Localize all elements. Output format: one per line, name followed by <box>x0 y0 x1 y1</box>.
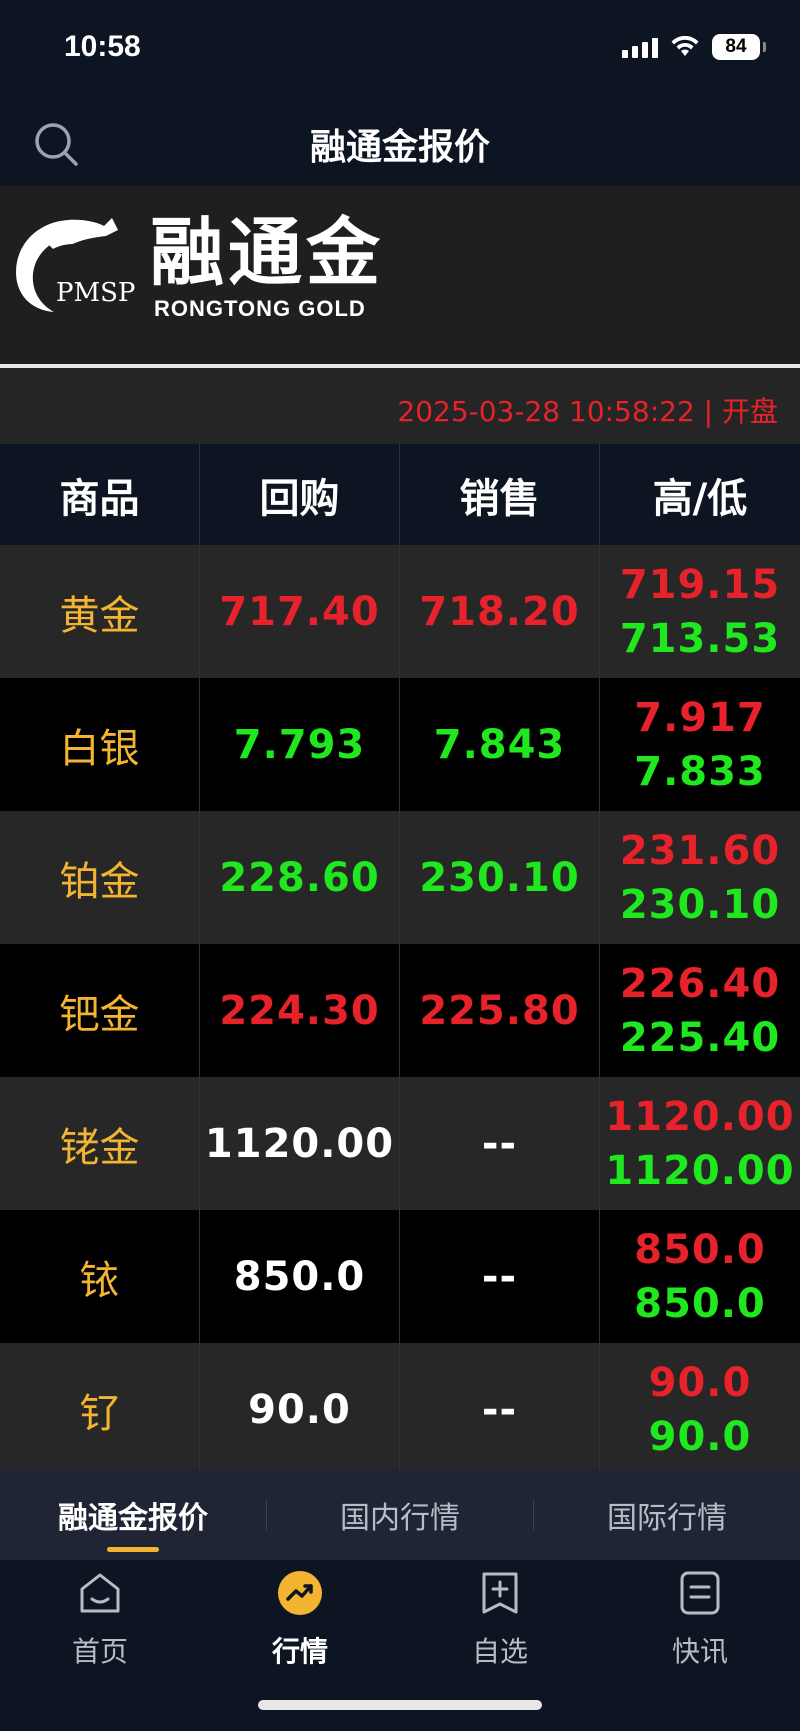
low-price: 90.0 <box>648 1413 752 1460</box>
high-price: 231.60 <box>619 827 781 874</box>
sell-price: -- <box>400 1077 600 1210</box>
high-low-cell: 226.40 225.40 <box>600 944 800 1077</box>
product-name: 铂金 <box>0 811 200 944</box>
status-icons: 84 <box>622 34 766 60</box>
add-watchlist-icon <box>482 1572 518 1614</box>
sell-price: -- <box>400 1343 600 1476</box>
buyback-price: 228.60 <box>200 811 400 944</box>
price-table: 商品 回购 销售 高/低 黄金 717.40 718.20 719.15 713.53 白… <box>0 444 800 1476</box>
high-price: 1120.00 <box>605 1093 795 1140</box>
low-price: 850.0 <box>634 1280 766 1327</box>
quote-timestamp: 2025-03-28 10:58:22 | 开盘 <box>397 395 778 428</box>
high-low-cell: 1120.00 1120.00 <box>600 1077 800 1210</box>
buyback-price: 717.40 <box>200 545 400 678</box>
product-name: 白银 <box>0 678 200 811</box>
sell-price: 225.80 <box>400 944 600 1077</box>
sub-tab-bar: 融通金报价 国内行情 国际行情 <box>0 1470 800 1560</box>
status-time: 10:58 <box>64 30 141 63</box>
market-trend-icon <box>278 1571 322 1615</box>
low-price: 7.833 <box>634 748 766 795</box>
battery-icon: 84 <box>712 34 766 60</box>
subtab-rongtong-quote[interactable]: 融通金报价 <box>0 1470 266 1560</box>
tab-market-label: 行情 <box>271 1635 328 1668</box>
sell-price: 230.10 <box>400 811 600 944</box>
sell-price: 7.843 <box>400 678 600 811</box>
header-product: 商品 <box>0 444 200 545</box>
table-header: 商品 回购 销售 高/低 <box>0 444 800 545</box>
high-price: 226.40 <box>619 960 781 1007</box>
header-high-low: 高/低 <box>652 475 748 522</box>
header-sell: 销售 <box>400 444 600 545</box>
brand-banner: 融通金 RONGTONG GOLD PMSP <box>0 186 800 366</box>
low-price: 713.53 <box>619 615 781 662</box>
product-name: 钯金 <box>0 944 200 1077</box>
subtab-international-market[interactable]: 国际行情 <box>534 1470 800 1560</box>
high-low-cell: 850.0 850.0 <box>600 1210 800 1343</box>
table-row[interactable]: 黄金 717.40 718.20 719.15 713.53 <box>0 545 800 678</box>
low-price: 1120.00 <box>605 1147 795 1194</box>
home-indicator <box>258 1700 542 1710</box>
buyback-price: 90.0 <box>200 1343 400 1476</box>
product-name: 铑金 <box>0 1077 200 1210</box>
home-icon <box>80 1573 120 1613</box>
high-low-cell: 719.15 713.53 <box>600 545 800 678</box>
high-low-cell: 90.0 90.0 <box>600 1343 800 1476</box>
nav-header: 融通金报价 <box>0 96 800 186</box>
sell-price: -- <box>400 1210 600 1343</box>
cellular-signal-icon <box>622 36 658 58</box>
buyback-price: 7.793 <box>200 678 400 811</box>
high-price: 850.0 <box>634 1226 766 1273</box>
product-name: 黄金 <box>0 545 200 678</box>
news-icon <box>680 1571 720 1615</box>
table-row[interactable]: 白银 7.793 7.843 7.917 7.833 <box>0 678 800 811</box>
low-price: 225.40 <box>619 1014 781 1061</box>
wifi-icon <box>671 36 699 56</box>
product-name: 钌 <box>0 1343 200 1476</box>
tab-news-label: 快讯 <box>671 1635 728 1668</box>
table-body: 黄金 717.40 718.20 719.15 713.53 白银 7.793 7.843 7.… <box>0 545 800 1476</box>
table-row[interactable]: 钯金 224.30 225.80 226.40 225.40 <box>0 944 800 1077</box>
table-row[interactable]: 铱 850.0 -- 850.0 850.0 <box>0 1210 800 1343</box>
logo-pmsp-text: PMSP <box>56 278 136 308</box>
tab-home[interactable]: 首页 <box>0 1560 200 1731</box>
product-name: 铱 <box>0 1210 200 1343</box>
high-low-cell: 231.60 230.10 <box>600 811 800 944</box>
high-price: 7.917 <box>634 694 766 741</box>
header-buyback: 回购 <box>200 444 400 545</box>
high-price: 719.15 <box>619 561 781 608</box>
low-price: 230.10 <box>619 881 781 928</box>
high-low-cell: 7.917 7.833 <box>600 678 800 811</box>
high-price: 90.0 <box>648 1359 752 1406</box>
tab-news[interactable]: 快讯 <box>600 1560 800 1731</box>
table-row[interactable]: 铂金 228.60 230.10 231.60 230.10 <box>0 811 800 944</box>
tab-home-label: 首页 <box>71 1635 128 1668</box>
status-bar: 10:58 84 <box>0 0 800 96</box>
buyback-price: 224.30 <box>200 944 400 1077</box>
buyback-price: 1120.00 <box>200 1077 400 1210</box>
logo-english-text: RONGTONG GOLD <box>154 296 366 321</box>
sell-price: 718.20 <box>400 545 600 678</box>
timestamp-bar: 2025-03-28 10:58:22 | 开盘 <box>0 368 800 444</box>
buyback-price: 850.0 <box>200 1210 400 1343</box>
tab-watchlist-label: 自选 <box>471 1635 528 1668</box>
subtab-domestic-market[interactable]: 国内行情 <box>267 1470 533 1560</box>
table-row[interactable]: 铑金 1120.00 -- 1120.00 1120.00 <box>0 1077 800 1210</box>
page-title: 融通金报价 <box>309 127 490 168</box>
logo-chinese-text: 融通金 <box>150 210 384 296</box>
table-row[interactable]: 钌 90.0 -- 90.0 90.0 <box>0 1343 800 1476</box>
